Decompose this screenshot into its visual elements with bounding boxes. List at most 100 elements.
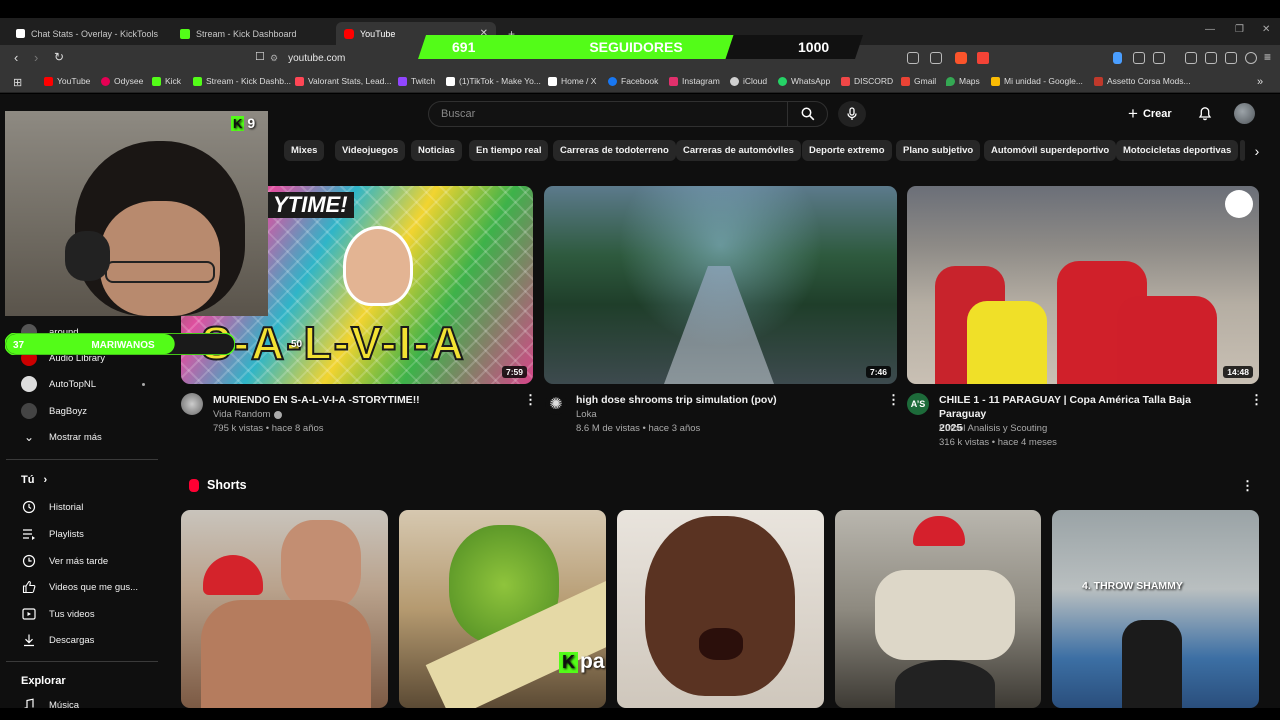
- bookmark-icon[interactable]: ☐: [255, 50, 265, 63]
- kick-icon: [180, 28, 190, 39]
- search-input[interactable]: Buscar: [428, 101, 828, 127]
- sidebar-item-historial[interactable]: Historial: [21, 499, 83, 515]
- video-title[interactable]: high dose shrooms trip simulation (pov): [576, 393, 876, 407]
- more-options-icon[interactable]: ⋮: [887, 392, 900, 408]
- chip-automovil-superdeportivo[interactable]: Automóvil superdeportivo: [984, 140, 1117, 161]
- bookmark-odysee[interactable]: Odysee: [101, 76, 143, 86]
- video-channel[interactable]: Loka: [576, 409, 597, 420]
- back-icon[interactable]: ‹: [14, 50, 18, 65]
- bookmark-gmail[interactable]: Gmail: [901, 76, 936, 86]
- more-options-icon[interactable]: ⋮: [524, 392, 537, 408]
- bookmark-tiktok[interactable]: (1)TikTok - Make Yo...: [446, 76, 541, 86]
- audio-icon[interactable]: [1113, 52, 1122, 64]
- bookmark-instagram[interactable]: Instagram: [669, 76, 720, 86]
- video-title[interactable]: MURIENDO EN S-A-L-V-I-A -STORYTIME!!: [213, 393, 513, 407]
- headphones: [65, 231, 110, 281]
- more-options-icon[interactable]: ⋮: [1250, 392, 1263, 408]
- red-cap: [203, 555, 263, 595]
- short-thumbnail[interactable]: [617, 510, 824, 708]
- bookmark-kick-dashboard[interactable]: Stream - Kick Dashb...: [193, 76, 291, 86]
- chip-en-tiempo-real[interactable]: En tiempo real: [469, 140, 549, 161]
- sidebar-divider: [6, 661, 158, 662]
- video-thumbnail[interactable]: 7:46: [544, 186, 897, 384]
- bookmark-x[interactable]: Home / X: [548, 76, 596, 86]
- vpn-icon[interactable]: [1245, 52, 1257, 64]
- bookmark-maps[interactable]: Maps: [946, 76, 980, 86]
- grid-icon: [16, 29, 25, 38]
- notifications-button[interactable]: [1198, 105, 1212, 126]
- restore-icon[interactable]: ❐: [1235, 24, 1244, 35]
- valorant-icon: [295, 76, 304, 86]
- chip-carreras-automoviles[interactable]: Carreras de automóviles: [676, 140, 801, 161]
- short-thumbnail[interactable]: [835, 510, 1041, 708]
- sidebar-item-liked-videos[interactable]: Videos que me gus...: [21, 579, 138, 595]
- shorts-more-options-icon[interactable]: ⋮: [1241, 478, 1254, 494]
- sidebar-sub-bagboyz[interactable]: BagBoyz: [21, 403, 87, 419]
- tab-title: YouTube: [360, 28, 396, 39]
- sidebar-item-watch-later[interactable]: Ver más tarde: [21, 553, 108, 569]
- minimize-icon[interactable]: —: [1205, 24, 1215, 35]
- leo-icon[interactable]: [1225, 52, 1237, 64]
- kick-viewers-badge: K 9: [231, 115, 256, 131]
- channel-avatar[interactable]: A’S: [907, 393, 929, 415]
- wallet-icon[interactable]: [1205, 52, 1217, 64]
- chip-plano-subjetivo[interactable]: Plano subjetivo: [896, 140, 981, 161]
- bookmark-icloud[interactable]: iCloud: [730, 76, 767, 86]
- bookmark-whatsapp[interactable]: WhatsApp: [778, 76, 830, 86]
- goal-label: MARIWANOS: [91, 340, 155, 351]
- chip-deporte-extremo[interactable]: Deporte extremo: [802, 140, 892, 161]
- chip-noticias[interactable]: Noticias: [411, 140, 462, 161]
- short-thumbnail[interactable]: K palideuS: [399, 510, 606, 708]
- bookmark-facebook[interactable]: Facebook: [608, 76, 658, 86]
- screenshot-icon[interactable]: [1153, 52, 1165, 64]
- channel-avatar[interactable]: ✺: [545, 393, 567, 415]
- followers-label: SEGUIDORES: [589, 39, 682, 55]
- sidebar-show-more[interactable]: ⌄ Mostrar más: [21, 429, 102, 445]
- bookmark-discord[interactable]: DISCORD: [841, 76, 893, 86]
- sidebar-sub-autotopnl[interactable]: AutoTopNL: [21, 376, 146, 392]
- chip-mixes[interactable]: Mixes: [284, 140, 325, 161]
- reload-icon[interactable]: ↻: [54, 50, 64, 64]
- sidebar-icon[interactable]: [1185, 52, 1197, 64]
- video-channel[interactable]: Futbol Analisis y Scouting: [939, 423, 1047, 434]
- chip-videojuegos[interactable]: Videojuegos: [335, 140, 406, 161]
- video-thumbnail[interactable]: 14:48: [907, 186, 1259, 384]
- forward-icon[interactable]: ›: [34, 50, 38, 65]
- sidebar-item-playlists[interactable]: Playlists: [21, 526, 84, 542]
- bookmark-drive[interactable]: Mi unidad - Google...: [991, 76, 1083, 86]
- channel-avatar[interactable]: [181, 393, 203, 415]
- close-window-icon[interactable]: ✕: [1262, 24, 1270, 35]
- chips-next-button[interactable]: ›: [1245, 140, 1269, 161]
- chip-motocicletas-deportivas[interactable]: Motocicletas deportivas: [1116, 140, 1239, 161]
- bookmark-youtube[interactable]: YouTube: [44, 76, 90, 86]
- short-thumbnail[interactable]: 4. THROW SHAMMY: [1052, 510, 1259, 708]
- tab-kick-dashboard[interactable]: Stream - Kick Dashboard: [172, 22, 332, 45]
- menu-icon[interactable]: ≡: [1264, 50, 1271, 64]
- extensions-icon[interactable]: [1133, 52, 1145, 64]
- goal-current: 37: [13, 340, 25, 351]
- search-button[interactable]: [787, 101, 828, 127]
- brave-shield-icon[interactable]: [955, 52, 967, 64]
- bookmark-kick[interactable]: Kick: [152, 76, 181, 86]
- sidebar-item-downloads[interactable]: Descargas: [21, 632, 94, 648]
- more-bookmarks-icon[interactable]: »: [1257, 76, 1263, 88]
- site-info-icon[interactable]: ⚙: [270, 53, 278, 64]
- tab-chat-stats[interactable]: Chat Stats - Overlay - KickTools: [8, 22, 168, 45]
- bookmark-assetto[interactable]: Assetto Corsa Mods...: [1094, 76, 1191, 86]
- voice-search-button[interactable]: [838, 101, 866, 127]
- short-overlay-text: 4. THROW SHAMMY: [1082, 580, 1183, 592]
- thumbnail-face: [343, 226, 413, 306]
- sidebar-you-header[interactable]: Tú ›: [21, 474, 47, 486]
- bookmark-twitch[interactable]: Twitch: [398, 76, 435, 86]
- cast-icon[interactable]: [907, 52, 919, 64]
- sidebar-item-your-videos[interactable]: Tus videos: [21, 606, 95, 622]
- create-button[interactable]: + Crear: [1128, 103, 1172, 125]
- brave-rewards-icon[interactable]: [977, 52, 989, 64]
- chip-carreras-todoterreno[interactable]: Carreras de todoterreno: [553, 140, 676, 161]
- apps-icon[interactable]: ⊞: [13, 76, 22, 89]
- short-thumbnail[interactable]: [181, 510, 388, 708]
- bookmark-valorant[interactable]: Valorant Stats, Lead...: [295, 76, 391, 86]
- share-icon[interactable]: [930, 52, 942, 64]
- video-channel[interactable]: Vida Random: [213, 409, 283, 420]
- account-avatar[interactable]: [1234, 103, 1255, 124]
